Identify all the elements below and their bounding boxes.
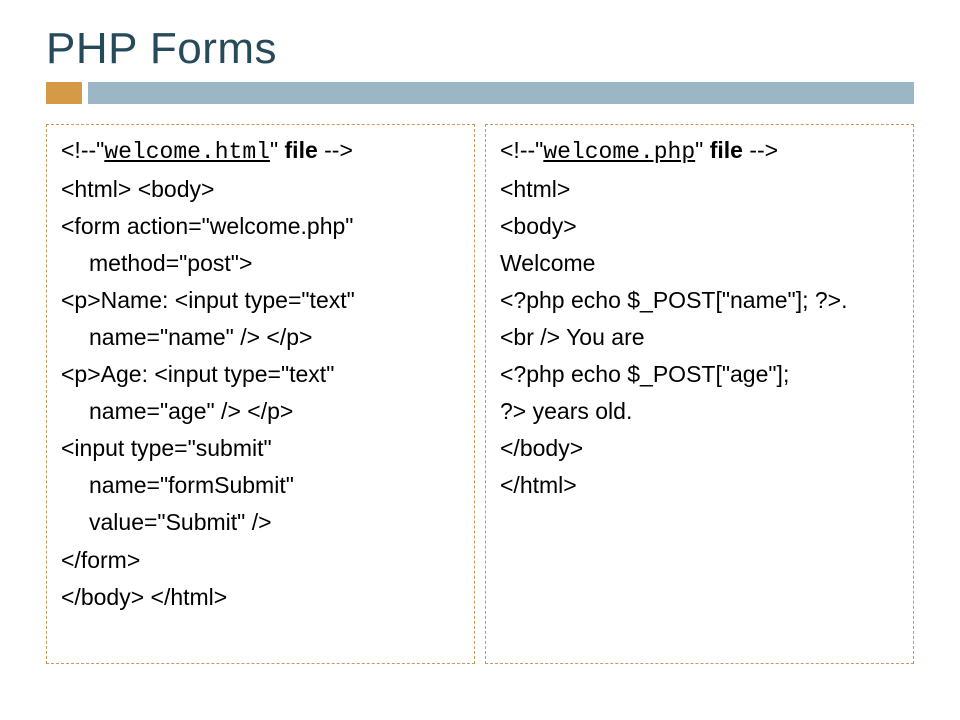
comment-file: welcome.php bbox=[543, 139, 695, 165]
code-panels: <!--"welcome.html" file --> <html> <body… bbox=[46, 124, 914, 664]
left-line-name-b-text: name="name" /> </p> bbox=[61, 322, 460, 353]
comment-mid: " bbox=[270, 137, 285, 163]
left-line-form-open-a: <form action="welcome.php" bbox=[61, 211, 460, 242]
comment-bold: file bbox=[710, 137, 750, 163]
right-line-body-close: </body> bbox=[500, 433, 899, 464]
left-line-submit-c: value="Submit" /> bbox=[61, 507, 460, 538]
right-line-post-age-b: ?> years old. bbox=[500, 396, 899, 427]
left-line-submit-a: <input type="submit" bbox=[61, 433, 460, 464]
left-line-age-b-text: name="age" /> </p> bbox=[61, 396, 460, 427]
right-line-post-age-a: <?php echo $_POST["age"]; bbox=[500, 359, 899, 390]
right-line-html-close: </html> bbox=[500, 470, 899, 501]
rule-bar bbox=[88, 82, 914, 104]
right-code: <!--"welcome.php" file --> <html> <body>… bbox=[500, 135, 899, 501]
right-panel: <!--"welcome.php" file --> <html> <body>… bbox=[485, 124, 914, 664]
comment-close: --> bbox=[324, 137, 353, 163]
left-line-bodyhtml-close: </body> </html> bbox=[61, 582, 460, 613]
left-line-htmlbody: <html> <body> bbox=[61, 174, 460, 205]
slide: PHP Forms <!--"welcome.html" file --> <h… bbox=[0, 0, 960, 720]
left-line-form-close: </form> bbox=[61, 545, 460, 576]
left-line-name-a: <p>Name: <input type="text" bbox=[61, 285, 460, 316]
comment-bold: file bbox=[285, 137, 325, 163]
rule-accent-chip bbox=[46, 82, 82, 104]
left-line-age-b: name="age" /> </p> bbox=[61, 396, 460, 427]
comment-open: <!--" bbox=[500, 137, 543, 163]
left-line-name-b: name="name" /> </p> bbox=[61, 322, 460, 353]
left-line-submit-b: name="formSubmit" bbox=[61, 470, 460, 501]
left-code: <!--"welcome.html" file --> <html> <body… bbox=[61, 135, 460, 613]
right-line-html: <html> bbox=[500, 174, 899, 205]
left-panel: <!--"welcome.html" file --> <html> <body… bbox=[46, 124, 475, 664]
left-line-form-open-b: method="post"> bbox=[61, 248, 460, 279]
right-comment: <!--"welcome.php" file --> bbox=[500, 135, 899, 168]
right-line-welcome: Welcome bbox=[500, 248, 899, 279]
left-line-submit-c-text: value="Submit" /> bbox=[61, 507, 460, 538]
right-line-body: <body> bbox=[500, 211, 899, 242]
right-line-br-youare: <br /> You are bbox=[500, 322, 899, 353]
comment-mid: " bbox=[695, 137, 710, 163]
right-line-post-name: <?php echo $_POST["name"]; ?>. bbox=[500, 285, 899, 316]
left-line-form-open-b-text: method="post"> bbox=[61, 248, 460, 279]
comment-close: --> bbox=[749, 137, 778, 163]
left-line-submit-b-text: name="formSubmit" bbox=[61, 470, 460, 501]
comment-file: welcome.html bbox=[104, 139, 270, 165]
page-title: PHP Forms bbox=[46, 24, 914, 74]
left-comment: <!--"welcome.html" file --> bbox=[61, 135, 460, 168]
left-line-age-a: <p>Age: <input type="text" bbox=[61, 359, 460, 390]
title-rule bbox=[46, 82, 914, 106]
comment-open: <!--" bbox=[61, 137, 104, 163]
